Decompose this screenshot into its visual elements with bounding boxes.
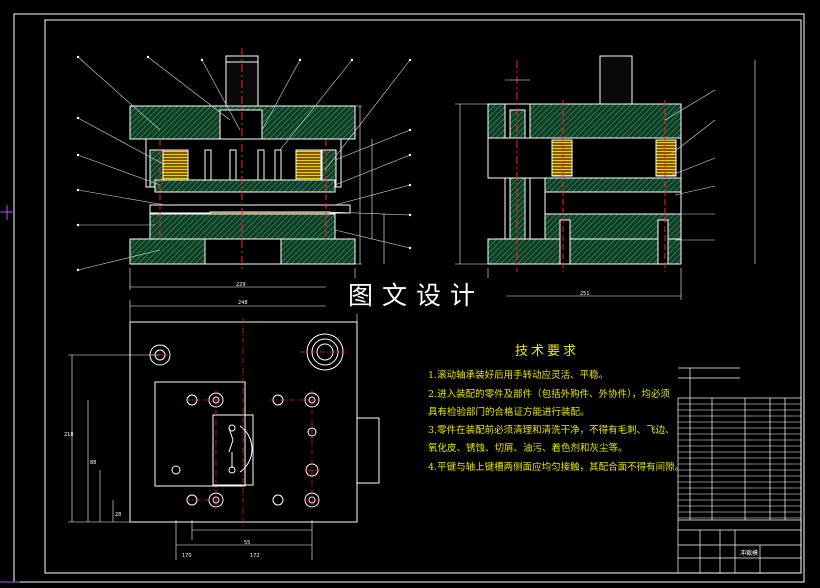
title-block-name: 冲裁模 xyxy=(740,550,759,557)
tech-requirement-line: 2.进入装配的零件及部件（包括外购件、外协件），均必须 xyxy=(428,389,670,400)
side-tab xyxy=(356,417,380,484)
dim-d5: 170 xyxy=(182,553,192,559)
parts-list-rows xyxy=(678,403,801,519)
parts-list-and-title-block xyxy=(677,367,802,574)
dim-d2: 172 xyxy=(250,553,260,559)
dim-plan-width: 248 xyxy=(238,300,248,306)
plan-centerlines xyxy=(150,318,350,528)
watermark-text: 图文设计 xyxy=(326,278,506,314)
tech-requirement-line: 4.平键与轴上键槽两侧面应均匀接触，其配合面不得有间隙。 xyxy=(428,462,685,473)
side-spring-right xyxy=(655,139,677,177)
right-spring xyxy=(295,149,322,181)
dim-front-width: 229 xyxy=(236,282,246,288)
dim-side-width: 251 xyxy=(580,291,590,297)
tech-requirements-title: 技术要求 xyxy=(515,344,580,359)
left-spring xyxy=(162,149,189,181)
dim-plan-height: 218 xyxy=(64,432,74,438)
dim-d3: 28 xyxy=(115,512,122,518)
dim-d4: 88 xyxy=(90,460,97,466)
tech-requirement-line: 3.零件在装配前必须清理和清洗干净，不得有毛刺、飞边、 xyxy=(428,425,675,436)
side-shank xyxy=(599,55,633,107)
dim-d1: 55 xyxy=(244,540,251,546)
front-view xyxy=(76,48,412,290)
plan-view xyxy=(68,300,380,560)
tech-requirement-line: 1.滚动轴承装好后用手转动应灵活、平稳。 xyxy=(428,370,609,381)
tech-requirement-line: 具有检验部门的合格证方能进行装配。 xyxy=(428,407,590,418)
side-spring-left xyxy=(551,139,573,177)
tech-requirement-line: 氧化皮、锈蚀、切屑、油污、着色剂和灰尘等。 xyxy=(428,443,628,454)
side-view xyxy=(455,55,756,300)
stripper-plate xyxy=(154,179,336,193)
